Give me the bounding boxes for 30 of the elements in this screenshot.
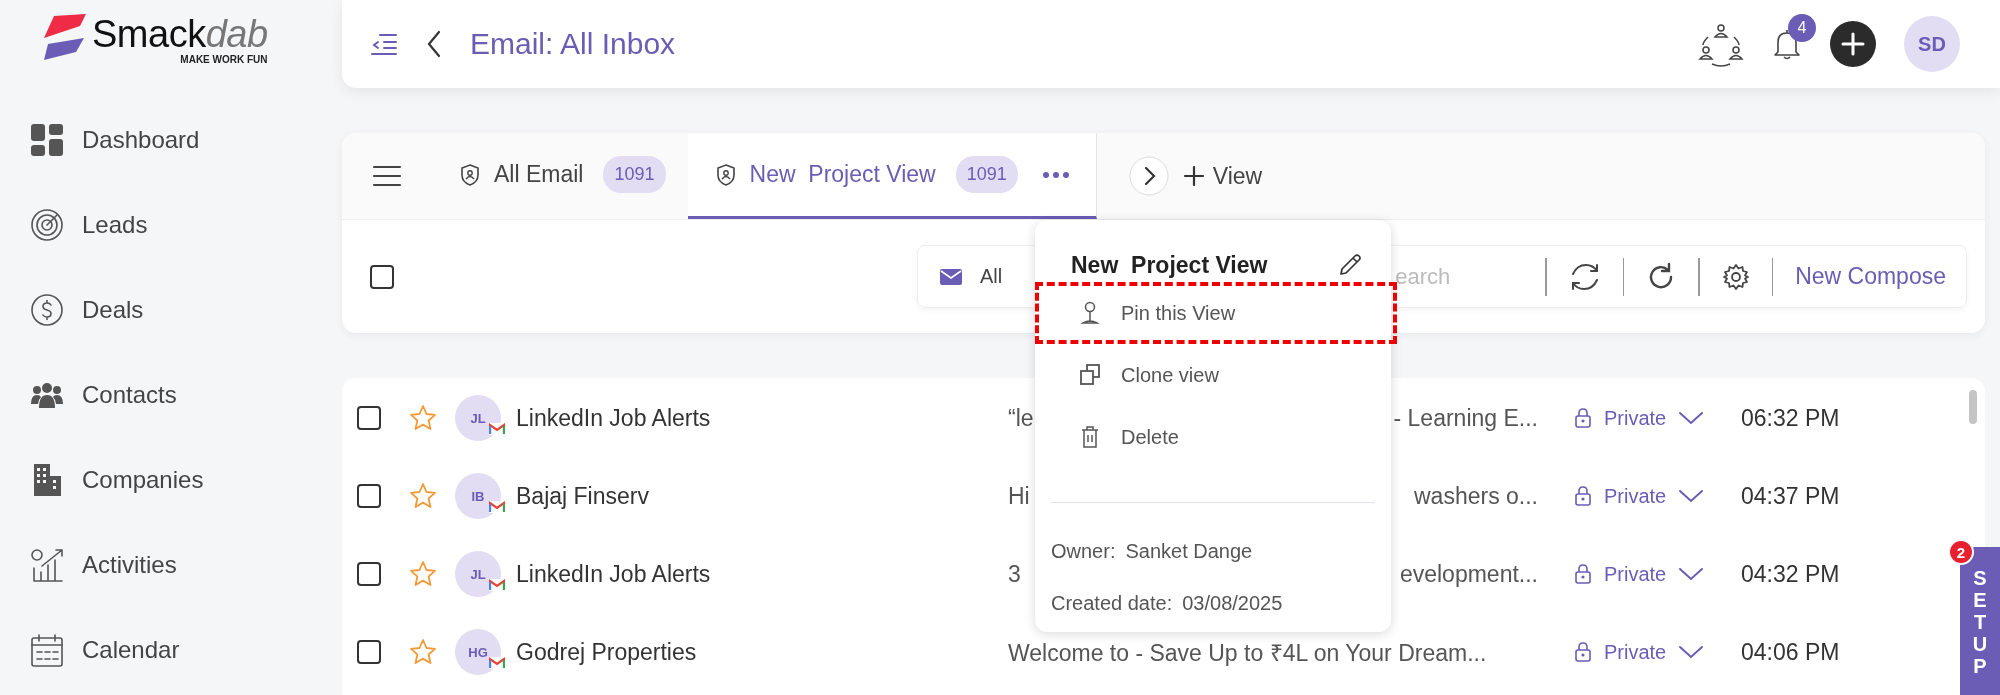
count-badge: 1091 [955,156,1018,193]
email-subject: washers o... [1414,482,1538,510]
sender-avatar: JL [455,551,501,597]
page-title: Email: All Inbox [470,27,676,61]
email-time: 06:32 PM [1741,404,1840,432]
email-subject: 3 [1008,560,1021,588]
sender-name: Godrej Properties [516,638,698,666]
email-time: 04:32 PM [1741,560,1840,588]
email-subject: - Learning E... [1393,404,1538,432]
view-name: New Project View [1071,251,1268,279]
sender-name: Bajaj Finserv [516,482,650,510]
email-subject: “le [1008,404,1034,432]
created-label: Created date: [1051,591,1173,615]
created-date: 03/08/2025 [1182,591,1283,615]
owner-label: Owner: [1051,539,1116,563]
sender-avatar: IB [455,473,501,519]
count-badge: 1091 [603,156,666,193]
email-subject: Welcome to - Save Up to ₹4L on Your Dream... [1008,639,1487,668]
email-time: 04:06 PM [1741,638,1840,666]
sender-name: LinkedIn Job Alerts [516,560,712,588]
logo-wordmark: Smackdab [92,14,268,54]
sender-avatar: JL [455,395,501,441]
logo-tagline: MAKE WORK FUN [180,54,268,65]
notification-badge: 4 [1788,14,1816,42]
sender-name: LinkedIn Job Alerts [516,404,712,432]
email-subject: Hi [1008,482,1030,510]
email-time: 04:37 PM [1741,482,1840,510]
email-subject: evelopment... [1399,560,1538,588]
sender-avatar: HG [455,629,501,675]
owner-name: Sanket Dange [1125,539,1253,563]
